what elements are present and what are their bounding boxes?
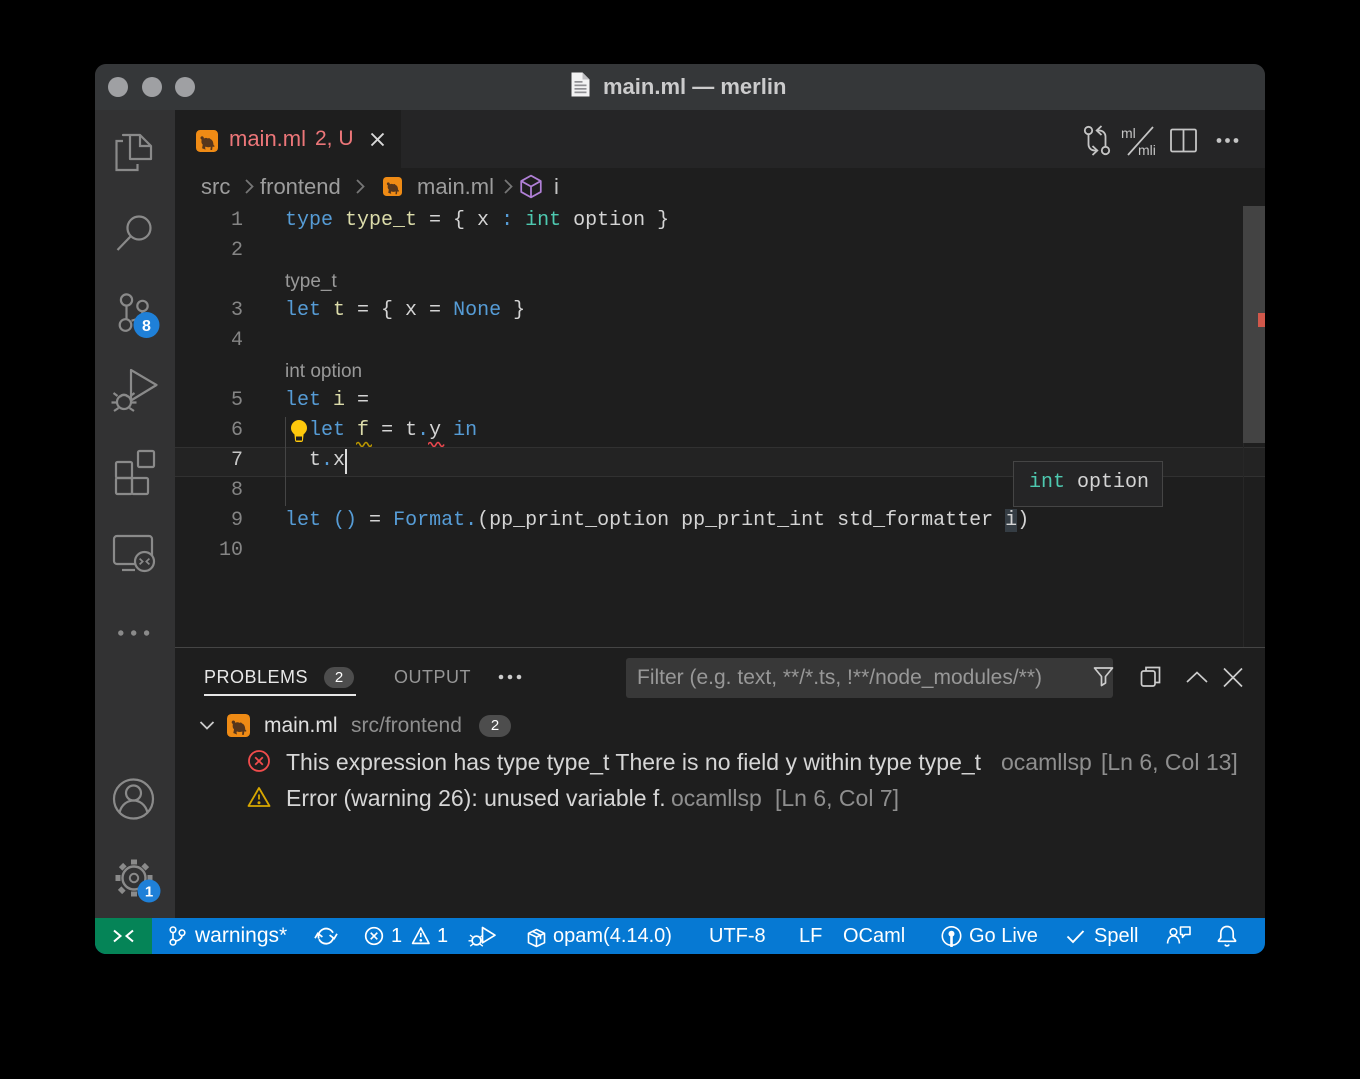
svg-text:8: 8 bbox=[142, 318, 151, 335]
svg-text:1: 1 bbox=[145, 884, 153, 901]
